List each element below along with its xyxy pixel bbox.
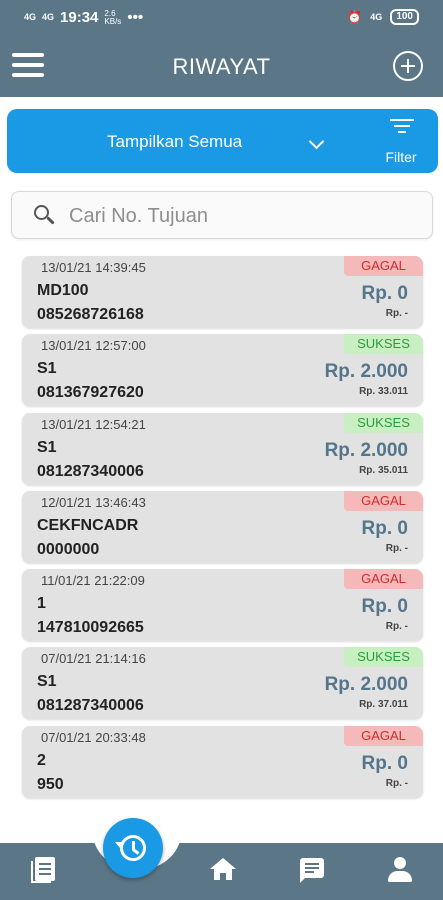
destination-number: 0000000 [37, 540, 100, 558]
transaction-price: Rp. 0 [361, 283, 408, 304]
transaction-price: Rp. 0 [361, 517, 408, 539]
product-code: S1 [37, 438, 57, 456]
transaction-price: Rp. 0 [361, 596, 408, 618]
status-filter-dropdown[interactable]: Tampilkan Semua [7, 109, 352, 173]
status-badge: SUKSES [344, 334, 423, 355]
product-code: S1 [37, 360, 57, 378]
transaction-card[interactable]: 13/01/21 12:57:00 SUKSES S1 081367927620 Rp.… [22, 334, 423, 407]
transaction-price: Rp. 2.000 [324, 674, 408, 696]
transaction-time: 13/01/21 14:39:45 [41, 260, 146, 275]
top-bar: 4G 4G 19:34 2.6 KB/s ••• ⏰ 4G 100 RIWAYA… [0, 0, 443, 97]
remaining-balance: Rp. 35.011 [359, 464, 408, 476]
remaining-balance: Rp. - [385, 308, 408, 319]
history-icon[interactable] [103, 818, 163, 878]
filter-icon [390, 119, 414, 135]
signal-indicator-1: 4G [24, 12, 37, 22]
destination-number: 081367927620 [37, 384, 144, 402]
transaction-card[interactable]: 13/01/21 14:39:45 GAGAL MD100 085268726168 R… [22, 256, 423, 328]
status-bar: 4G 4G 19:34 2.6 KB/s ••• ⏰ 4G 100 [0, 0, 443, 36]
alarm-icon: ⏰ [347, 10, 363, 24]
app-bar: RIWAYAT [0, 36, 443, 97]
chevron-down-icon [308, 133, 325, 150]
filter-label: Filter [385, 149, 417, 165]
transaction-card[interactable]: 13/01/21 12:54:21 SUKSES S1 081287340006 Rp.… [22, 412, 423, 485]
transaction-price: Rp. 0 [361, 752, 408, 774]
network-speed-unit: KB/s [104, 16, 122, 26]
transaction-card[interactable]: 07/01/21 21:14:16 SUKSES S1 081287340006 Rp.… [22, 647, 423, 720]
search-input[interactable] [69, 201, 419, 231]
product-code: MD100 [37, 282, 89, 299]
status-badge: SUKSES [344, 412, 423, 433]
remaining-balance: Rp. - [385, 777, 408, 789]
remaining-balance: Rp. 37.011 [359, 699, 408, 711]
transaction-time: 07/01/21 21:14:16 [41, 651, 146, 667]
page-title: RIWAYAT [172, 54, 271, 79]
search-icon [34, 205, 55, 227]
destination-number: 950 [37, 775, 64, 793]
destination-number: 081287340006 [37, 697, 144, 715]
product-code: 2 [37, 751, 46, 769]
user-icon[interactable] [385, 855, 415, 885]
transaction-list: 13/01/21 14:39:45 GAGAL MD100 085268726168 R… [22, 256, 423, 804]
destination-number: 147810092665 [37, 619, 144, 637]
destination-number: 085268726168 [37, 306, 144, 323]
transaction-time: 13/01/21 12:54:21 [41, 416, 146, 432]
home-icon[interactable] [208, 855, 238, 885]
status-badge: SUKSES [344, 647, 423, 668]
signal-indicator-2: 4G [42, 12, 55, 22]
destination-number: 081287340006 [37, 462, 144, 480]
transaction-time: 12/01/21 13:46:43 [41, 494, 146, 510]
transaction-card[interactable]: 07/01/21 20:33:48 GAGAL 2 950 Rp. 0 Rp. - [22, 725, 423, 798]
filter-button[interactable]: Filter [364, 109, 438, 173]
transaction-time: 11/01/21 21:22:09 [41, 573, 145, 589]
status-badge: GAGAL [344, 256, 423, 276]
dropdown-selected-value: Tampilkan Semua [107, 132, 243, 151]
transaction-card[interactable]: 12/01/21 13:46:43 GAGAL CEKFNCADR 0000000 Rp… [22, 490, 423, 563]
status-time: 19:34 [60, 9, 99, 26]
status-badge: GAGAL [344, 569, 423, 590]
document-list-icon[interactable] [30, 855, 60, 885]
transaction-time: 07/01/21 20:33:48 [41, 729, 146, 745]
remaining-balance: Rp. 33.011 [359, 386, 408, 398]
remaining-balance: Rp. - [385, 542, 408, 554]
status-badge: GAGAL [344, 490, 423, 511]
more-notifications-icon: ••• [127, 9, 144, 26]
filter-bar: Tampilkan Semua Filter [7, 109, 438, 173]
product-code: S1 [37, 673, 57, 691]
product-code: CEKFNCADR [37, 516, 139, 534]
chat-icon[interactable] [297, 855, 327, 885]
search-box [11, 191, 433, 239]
product-code: 1 [37, 595, 46, 613]
transaction-card[interactable]: 11/01/21 21:22:09 GAGAL 1 147810092665 Rp. 0… [22, 569, 423, 642]
status-badge: GAGAL [344, 725, 423, 746]
remaining-balance: Rp. - [385, 621, 408, 633]
plus-circle-icon[interactable] [393, 51, 423, 81]
transaction-price: Rp. 2.000 [324, 361, 408, 383]
lte-indicator: 4G [370, 11, 383, 22]
transaction-time: 13/01/21 12:57:00 [41, 338, 146, 354]
transaction-price: Rp. 2.000 [324, 439, 408, 461]
battery-indicator: 100 [390, 9, 419, 25]
